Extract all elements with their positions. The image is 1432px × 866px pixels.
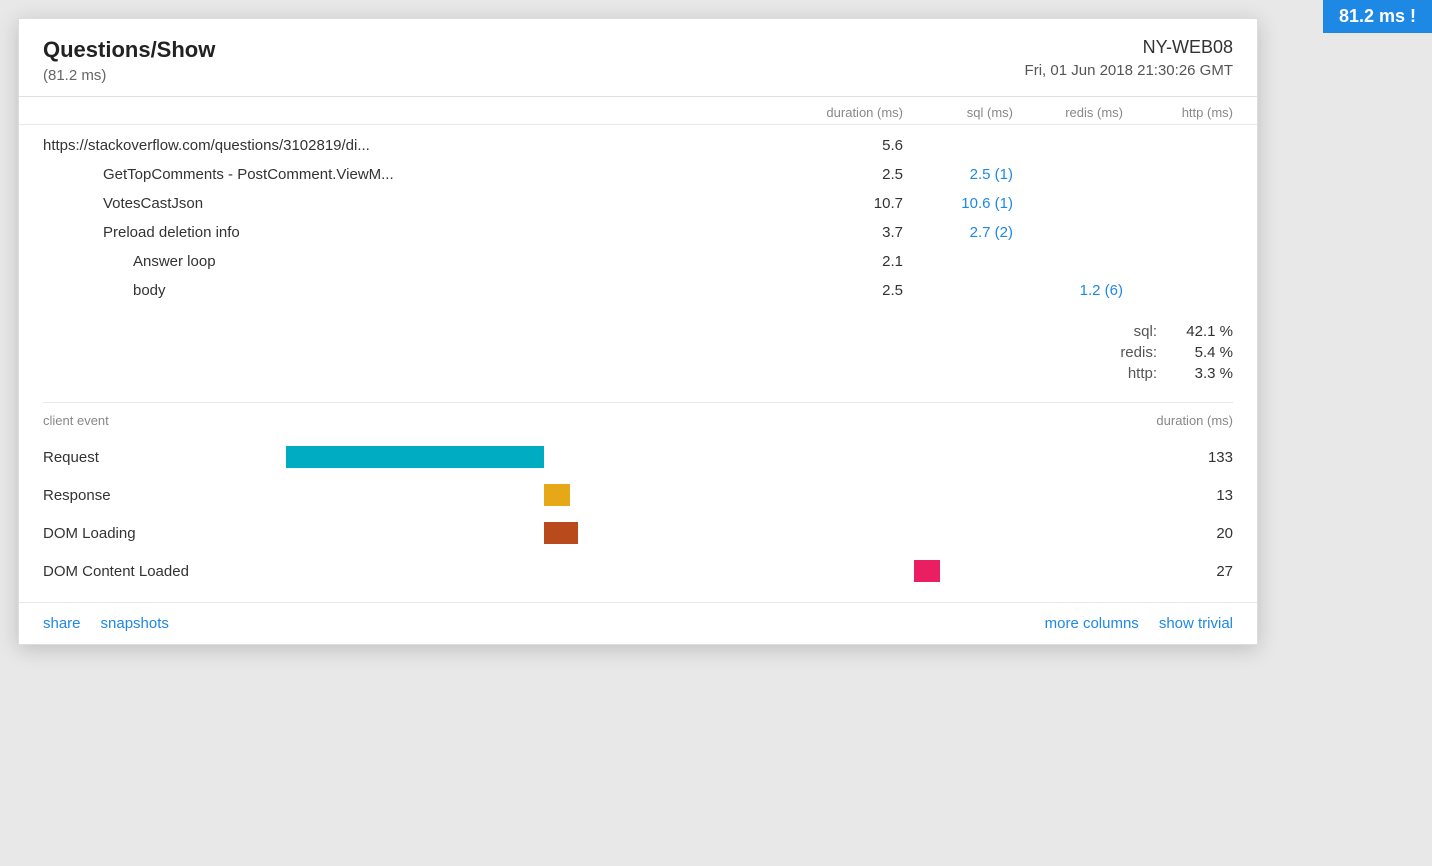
pct-label: redis: [1097, 344, 1157, 361]
client-event-row: DOM Content Loaded 27 [43, 552, 1233, 590]
row-name: body [43, 282, 773, 299]
row-name: Answer loop [43, 253, 773, 270]
pct-value: 42.1 % [1163, 323, 1233, 340]
pct-label: sql: [1097, 323, 1157, 340]
col-sql-header: sql (ms) [903, 105, 1013, 120]
col-name-header [43, 105, 773, 120]
performance-panel: Questions/Show (81.2 ms) NY-WEB08 Fri, 0… [18, 18, 1258, 645]
server-name: NY-WEB08 [1025, 37, 1233, 58]
row-redis: 1.2 (6) [1013, 282, 1123, 299]
col-http-header: http (ms) [1123, 105, 1233, 120]
row-name: https://stackoverflow.com/questions/3102… [43, 137, 773, 154]
show-trivial-link[interactable]: show trivial [1159, 615, 1233, 632]
event-name: DOM Content Loaded [43, 563, 243, 580]
row-sql: 2.7 (2) [903, 224, 1013, 241]
row-name: Preload deletion info [43, 224, 773, 241]
event-name: Response [43, 487, 243, 504]
performance-badge: 81.2 ms ! [1323, 0, 1432, 33]
event-duration: 20 [1103, 525, 1233, 542]
table-row: GetTopComments - PostComment.ViewM... 2.… [43, 160, 1233, 189]
event-duration: 133 [1103, 449, 1233, 466]
table-row: Preload deletion info 3.7 2.7 (2) [43, 218, 1233, 247]
table-row: https://stackoverflow.com/questions/3102… [43, 131, 1233, 160]
row-duration: 5.6 [773, 137, 903, 154]
row-sql: 2.5 (1) [903, 166, 1013, 183]
percentage-row: http: 3.3 % [1097, 365, 1233, 382]
panel-title: Questions/Show [43, 37, 215, 63]
columns-header: duration (ms) sql (ms) redis (ms) http (… [19, 97, 1257, 125]
row-duration: 2.5 [773, 166, 903, 183]
client-events-rows: Request 133 Response 13 DOM Loading 20 D… [19, 434, 1257, 602]
table-row: Answer loop 2.1 [43, 247, 1233, 276]
event-name: Request [43, 449, 243, 466]
table-row: body 2.5 1.2 (6) [43, 276, 1233, 305]
row-duration: 3.7 [773, 224, 903, 241]
event-bar-track [243, 557, 1103, 585]
panel-header: Questions/Show (81.2 ms) NY-WEB08 Fri, 0… [19, 19, 1257, 97]
snapshots-link[interactable]: snapshots [101, 615, 169, 632]
row-duration: 10.7 [773, 195, 903, 212]
event-bar-track [243, 443, 1103, 471]
client-events-header: client event duration (ms) [19, 403, 1257, 434]
client-event-row: Request 133 [43, 438, 1233, 476]
client-duration-label: duration (ms) [1103, 413, 1233, 428]
percentage-row: sql: 42.1 % [1097, 323, 1233, 340]
row-sql: 10.6 (1) [903, 195, 1013, 212]
pct-label: http: [1097, 365, 1157, 382]
event-bar [544, 522, 578, 544]
row-duration: 2.5 [773, 282, 903, 299]
event-bar-track [243, 519, 1103, 547]
event-bar [286, 446, 544, 468]
share-link[interactable]: share [43, 615, 81, 632]
client-event-label: client event [43, 413, 243, 428]
more-columns-link[interactable]: more columns [1045, 615, 1139, 632]
panel-footer: share snapshots more columns show trivia… [19, 602, 1257, 644]
client-event-row: Response 13 [43, 476, 1233, 514]
col-redis-header: redis (ms) [1013, 105, 1123, 120]
percentage-row: redis: 5.4 % [1097, 344, 1233, 361]
event-bar [914, 560, 940, 582]
row-name: VotesCastJson [43, 195, 773, 212]
event-duration: 13 [1103, 487, 1233, 504]
row-name: GetTopComments - PostComment.ViewM... [43, 166, 773, 183]
percentages-section: sql: 42.1 % redis: 5.4 % http: 3.3 % [19, 311, 1257, 402]
row-duration: 2.1 [773, 253, 903, 270]
col-duration-header: duration (ms) [773, 105, 903, 120]
client-event-row: DOM Loading 20 [43, 514, 1233, 552]
event-name: DOM Loading [43, 525, 243, 542]
table-row: VotesCastJson 10.7 10.6 (1) [43, 189, 1233, 218]
pct-value: 5.4 % [1163, 344, 1233, 361]
panel-subtitle: (81.2 ms) [43, 67, 215, 84]
header-datetime: Fri, 01 Jun 2018 21:30:26 GMT [1025, 62, 1233, 79]
event-bar-track [243, 481, 1103, 509]
event-duration: 27 [1103, 563, 1233, 580]
data-rows: https://stackoverflow.com/questions/3102… [19, 125, 1257, 311]
pct-value: 3.3 % [1163, 365, 1233, 382]
event-bar [544, 484, 570, 506]
